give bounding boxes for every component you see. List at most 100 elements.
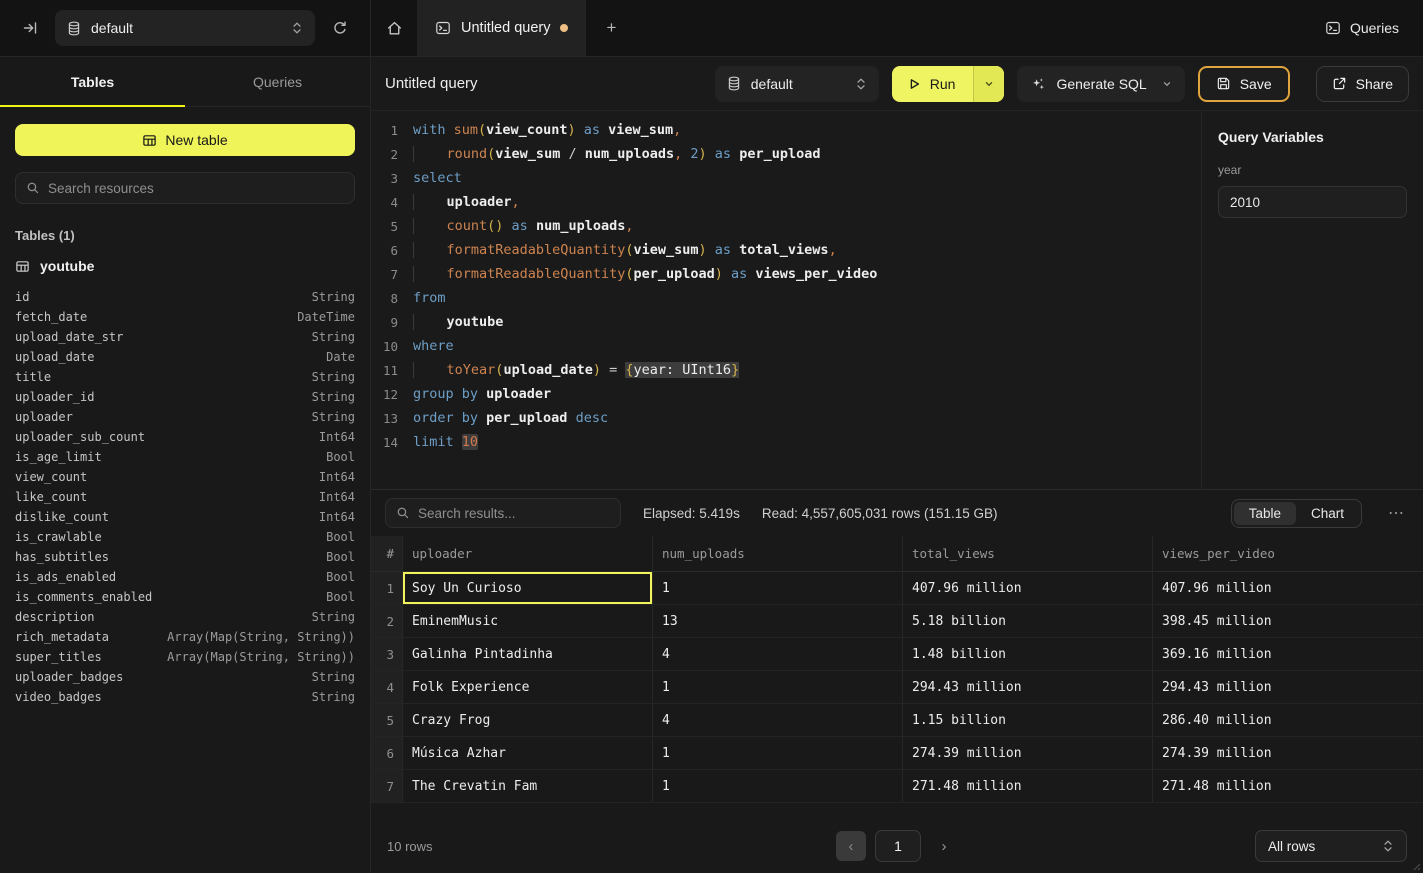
table-cell[interactable]: 1.48 billion <box>903 638 1153 670</box>
more-options-button[interactable]: ⋯ <box>1384 503 1409 523</box>
schema-field[interactable]: upload_date_strString <box>15 327 355 347</box>
column-header[interactable]: # <box>371 536 403 571</box>
column-header[interactable]: uploader <box>403 536 653 571</box>
schema-field[interactable]: fetch_dateDateTime <box>15 307 355 327</box>
queries-panel-button[interactable]: Queries <box>1325 20 1399 36</box>
share-button[interactable]: Share <box>1316 66 1409 102</box>
table-item-youtube[interactable]: youtube <box>15 258 355 274</box>
code-line: 2 round(view_sum / num_uploads, 2) as pe… <box>371 142 1201 166</box>
variable-input[interactable] <box>1218 186 1407 218</box>
table-cell[interactable]: Música Azhar <box>403 737 653 769</box>
view-toggle-chart[interactable]: Chart <box>1296 502 1359 525</box>
schema-field[interactable]: idString <box>15 287 355 307</box>
schema-field[interactable]: video_badgesString <box>15 687 355 707</box>
table-cell[interactable]: 398.45 million <box>1153 605 1423 637</box>
field-type: Array(Map(String, String)) <box>167 650 355 664</box>
table-cell[interactable]: 1 <box>653 671 903 703</box>
code-token: per_upload <box>633 266 714 282</box>
page-size-select[interactable]: All rows <box>1255 830 1407 862</box>
schema-field[interactable]: is_crawlableBool <box>15 527 355 547</box>
row-number: 7 <box>371 770 403 802</box>
table-cell[interactable]: Galinha Pintadinha <box>403 638 653 670</box>
code-token: uploader <box>447 194 512 210</box>
table-cell[interactable]: 13 <box>653 605 903 637</box>
column-header[interactable]: views_per_video <box>1153 536 1423 571</box>
schema-field[interactable]: is_comments_enabledBool <box>15 587 355 607</box>
generate-sql-button[interactable]: Generate SQL <box>1017 66 1184 102</box>
schema-field[interactable]: descriptionString <box>15 607 355 627</box>
schema-field[interactable]: is_ads_enabledBool <box>15 567 355 587</box>
resize-handle-icon[interactable] <box>1411 861 1421 871</box>
results-search-input[interactable] <box>418 506 610 521</box>
table-cell[interactable]: 4 <box>653 704 903 736</box>
column-header[interactable]: total_views <box>903 536 1153 571</box>
schema-field[interactable]: has_subtitlesBool <box>15 547 355 567</box>
save-button[interactable]: Save <box>1198 66 1290 102</box>
row-count: 10 rows <box>387 839 607 854</box>
query-variables-panel: Query Variables year <box>1201 111 1423 489</box>
sidebar-tab-queries[interactable]: Queries <box>185 57 370 106</box>
previous-page-button[interactable]: ‹ <box>836 831 866 861</box>
field-name: super_titles <box>15 650 102 664</box>
refresh-button[interactable] <box>326 14 354 42</box>
table-cell[interactable]: 274.39 million <box>903 737 1153 769</box>
sidebar-tab-tables[interactable]: Tables <box>0 57 185 106</box>
line-number: 4 <box>371 195 398 210</box>
view-toggle-table[interactable]: Table <box>1234 502 1296 525</box>
table-cell[interactable]: 407.96 million <box>1153 572 1423 604</box>
schema-field[interactable]: super_titles Array(Map(String, String)) <box>15 647 355 667</box>
table-cell[interactable]: 271.48 million <box>903 770 1153 802</box>
sql-editor[interactable]: 1with sum(view_count) as view_sum,2 roun… <box>371 111 1201 489</box>
table-cell[interactable]: 5.18 billion <box>903 605 1153 637</box>
schema-field[interactable]: uploaderString <box>15 407 355 427</box>
schema-field[interactable]: uploader_idString <box>15 387 355 407</box>
schema-field[interactable]: upload_dateDate <box>15 347 355 367</box>
schema-field[interactable]: titleString <box>15 367 355 387</box>
page-number-input[interactable] <box>875 830 921 862</box>
toolbar-database-select[interactable]: default <box>715 66 879 102</box>
schema-field[interactable]: view_countInt64 <box>15 467 355 487</box>
table-cell[interactable]: 1.15 billion <box>903 704 1153 736</box>
app-window: default Untitled query + Queries <box>0 0 1423 873</box>
schema-field[interactable]: uploader_sub_countInt64 <box>15 427 355 447</box>
run-options-button[interactable] <box>973 66 1004 102</box>
schema-field[interactable]: dislike_countInt64 <box>15 507 355 527</box>
new-tab-button[interactable]: + <box>586 0 636 56</box>
tab-untitled-query[interactable]: Untitled query <box>417 0 586 56</box>
resource-search[interactable] <box>15 172 355 204</box>
variable-label: year <box>1218 163 1407 177</box>
results-search[interactable] <box>385 498 621 528</box>
resource-search-input[interactable] <box>48 181 344 196</box>
table-cell[interactable]: 294.43 million <box>1153 671 1423 703</box>
results-panel: Elapsed: 5.419s Read: 4,557,605,031 rows… <box>371 489 1423 873</box>
table-cell[interactable]: EminemMusic <box>403 605 653 637</box>
schema-field[interactable]: is_age_limitBool <box>15 447 355 467</box>
table-cell[interactable]: Soy Un Curioso <box>403 572 653 604</box>
column-header[interactable]: num_uploads <box>653 536 903 571</box>
table-cell[interactable]: 271.48 million <box>1153 770 1423 802</box>
run-button[interactable]: Run <box>892 66 974 102</box>
home-button[interactable] <box>371 0 417 56</box>
share-icon <box>1332 76 1347 91</box>
line-number: 10 <box>371 339 398 354</box>
table-cell[interactable]: 286.40 million <box>1153 704 1423 736</box>
code-token: toYear <box>447 362 496 378</box>
table-cell[interactable]: Folk Experience <box>403 671 653 703</box>
database-select[interactable]: default <box>55 10 315 46</box>
table-cell[interactable]: 369.16 million <box>1153 638 1423 670</box>
collapse-sidebar-button[interactable] <box>16 14 44 42</box>
table-cell[interactable]: 1 <box>653 737 903 769</box>
schema-field[interactable]: like_countInt64 <box>15 487 355 507</box>
table-cell[interactable]: 294.43 million <box>903 671 1153 703</box>
schema-field[interactable]: uploader_badgesString <box>15 667 355 687</box>
table-cell[interactable]: 1 <box>653 770 903 802</box>
schema-field[interactable]: rich_metadataArray(Map(String, String)) <box>15 627 355 647</box>
table-cell[interactable]: 1 <box>653 572 903 604</box>
new-table-button[interactable]: New table <box>15 124 355 156</box>
table-cell[interactable]: Crazy Frog <box>403 704 653 736</box>
table-cell[interactable]: 274.39 million <box>1153 737 1423 769</box>
table-cell[interactable]: The Crevatin Fam <box>403 770 653 802</box>
table-cell[interactable]: 4 <box>653 638 903 670</box>
table-cell[interactable]: 407.96 million <box>903 572 1153 604</box>
next-page-button[interactable]: › <box>930 831 958 861</box>
